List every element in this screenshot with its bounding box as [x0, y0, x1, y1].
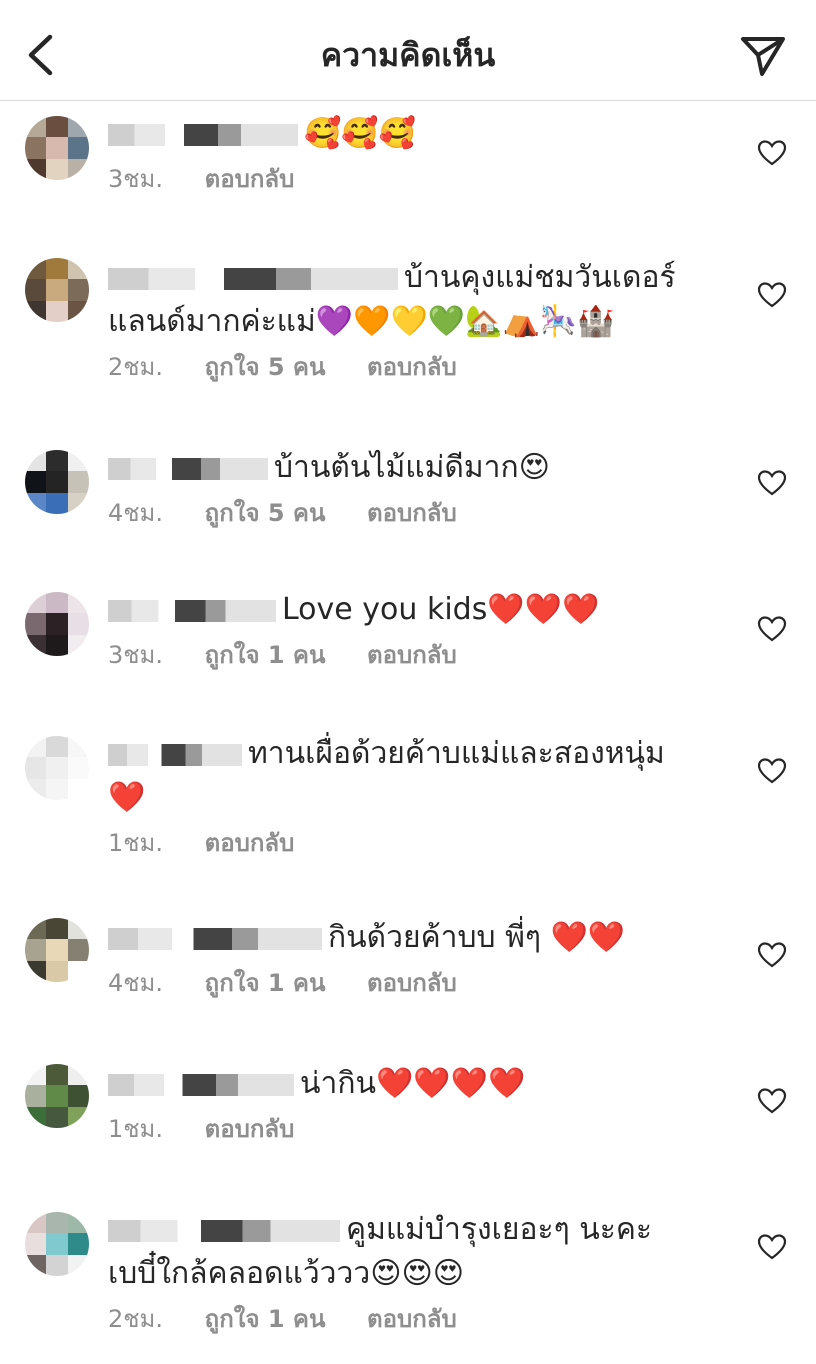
heart-outline-icon [757, 1088, 787, 1114]
comment-text: บ้านคุงแม่ชมวันเดอร์ [404, 260, 676, 295]
reply-button[interactable]: ตอบกลับ [205, 165, 295, 193]
top-bar: ความคิดเห็น [0, 0, 816, 101]
comment-time: 3ชม. [108, 641, 164, 669]
blurred-username[interactable] [108, 267, 398, 290]
reply-button[interactable]: ตอบกลับ [367, 641, 457, 669]
comment-time: 4ชม. [108, 499, 164, 527]
comment-text: Love you kids❤️❤️❤️ [282, 592, 600, 627]
like-button[interactable] [757, 1087, 787, 1115]
comment-time: 1ชม. [108, 829, 164, 857]
reply-button[interactable]: ตอบกลับ [205, 829, 295, 857]
avatar[interactable] [25, 1064, 89, 1128]
paper-plane-icon [741, 37, 785, 76]
heart-outline-icon [757, 616, 787, 642]
comment-meta: 4ชม. ถูกใจ 1 คน ตอบกลับ [108, 966, 718, 1000]
comment-text-continued: เบบี๋ใกล้คลอดแว้ววว😍😍😍 [108, 1256, 465, 1291]
comment-meta: 2ชม. ถูกใจ 1 คน ตอบกลับ [108, 1302, 718, 1336]
avatar[interactable] [25, 592, 89, 656]
reply-button[interactable]: ตอบกลับ [367, 353, 457, 381]
avatar[interactable] [25, 258, 89, 322]
comment-time: 2ชม. [108, 1305, 164, 1333]
likes-count[interactable]: ถูกใจ 1 คน [205, 1305, 326, 1333]
blurred-username[interactable] [108, 457, 268, 480]
reply-button[interactable]: ตอบกลับ [205, 1115, 295, 1143]
comment-time: 2ชม. [108, 353, 164, 381]
reply-button[interactable]: ตอบกลับ [367, 1305, 457, 1333]
comment-time: 4ชม. [108, 969, 164, 997]
heart-outline-icon [757, 140, 787, 166]
heart-outline-icon [757, 282, 787, 308]
avatar[interactable] [25, 918, 89, 982]
heart-outline-icon [757, 942, 787, 968]
reply-button[interactable]: ตอบกลับ [367, 969, 457, 997]
avatar[interactable] [25, 1212, 89, 1276]
blurred-username[interactable] [108, 1219, 340, 1242]
comment-text-continued: ❤️ [108, 780, 146, 815]
blurred-username[interactable] [108, 927, 322, 950]
likes-count[interactable]: ถูกใจ 1 คน [205, 969, 326, 997]
heart-outline-icon [757, 1234, 787, 1260]
blurred-username[interactable] [108, 123, 298, 146]
like-button[interactable] [757, 757, 787, 785]
like-button[interactable] [757, 281, 787, 309]
comment-text: ทานเผื่อด้วยค้าบแม่และสองหนุ่ม [248, 736, 665, 771]
comment-text: บ้านต้นไม้แม่ดีมาก😍 [274, 450, 550, 485]
comment-text: น่ากิน❤️❤️❤️❤️ [300, 1066, 526, 1101]
page-title: ความคิดเห็น [320, 36, 496, 74]
comment-meta: 4ชม. ถูกใจ 5 คน ตอบกลับ [108, 496, 718, 530]
avatar[interactable] [25, 116, 89, 180]
like-button[interactable] [757, 1233, 787, 1261]
comment-meta: 2ชม. ถูกใจ 5 คน ตอบกลับ [108, 350, 718, 384]
reply-button[interactable]: ตอบกลับ [367, 499, 457, 527]
comment-meta: 1ชม. ตอบกลับ [108, 1112, 718, 1146]
comment-meta: 1ชม. ตอบกลับ [108, 826, 718, 860]
avatar[interactable] [25, 450, 89, 514]
like-button[interactable] [757, 139, 787, 167]
comment-text: 🥰🥰🥰 [304, 116, 417, 151]
comment-time: 3ชม. [108, 165, 164, 193]
likes-count[interactable]: ถูกใจ 1 คน [205, 641, 326, 669]
heart-outline-icon [757, 470, 787, 496]
comment-text: คูมแม่บำรุงเยอะๆ นะคะ [346, 1212, 653, 1247]
heart-outline-icon [757, 758, 787, 784]
like-button[interactable] [757, 941, 787, 969]
avatar[interactable] [25, 736, 89, 800]
share-button[interactable] [738, 30, 788, 80]
comment-meta: 3ชม. ถูกใจ 1 คน ตอบกลับ [108, 638, 718, 672]
blurred-username[interactable] [108, 743, 242, 766]
comment-time: 1ชม. [108, 1115, 164, 1143]
comment-meta: 3ชม. ตอบกลับ [108, 162, 718, 196]
likes-count[interactable]: ถูกใจ 5 คน [205, 499, 326, 527]
like-button[interactable] [757, 615, 787, 643]
like-button[interactable] [757, 469, 787, 497]
likes-count[interactable]: ถูกใจ 5 คน [205, 353, 326, 381]
blurred-username[interactable] [108, 1073, 294, 1096]
comment-text: กินด้วยค้าบบ พี่ๆ ❤️❤️ [328, 920, 626, 955]
comment-text-continued: แลนด์มากค่ะแม่💜🧡💛💚🏡⛺🎠🏰 [108, 304, 615, 339]
blurred-username[interactable] [108, 599, 276, 622]
